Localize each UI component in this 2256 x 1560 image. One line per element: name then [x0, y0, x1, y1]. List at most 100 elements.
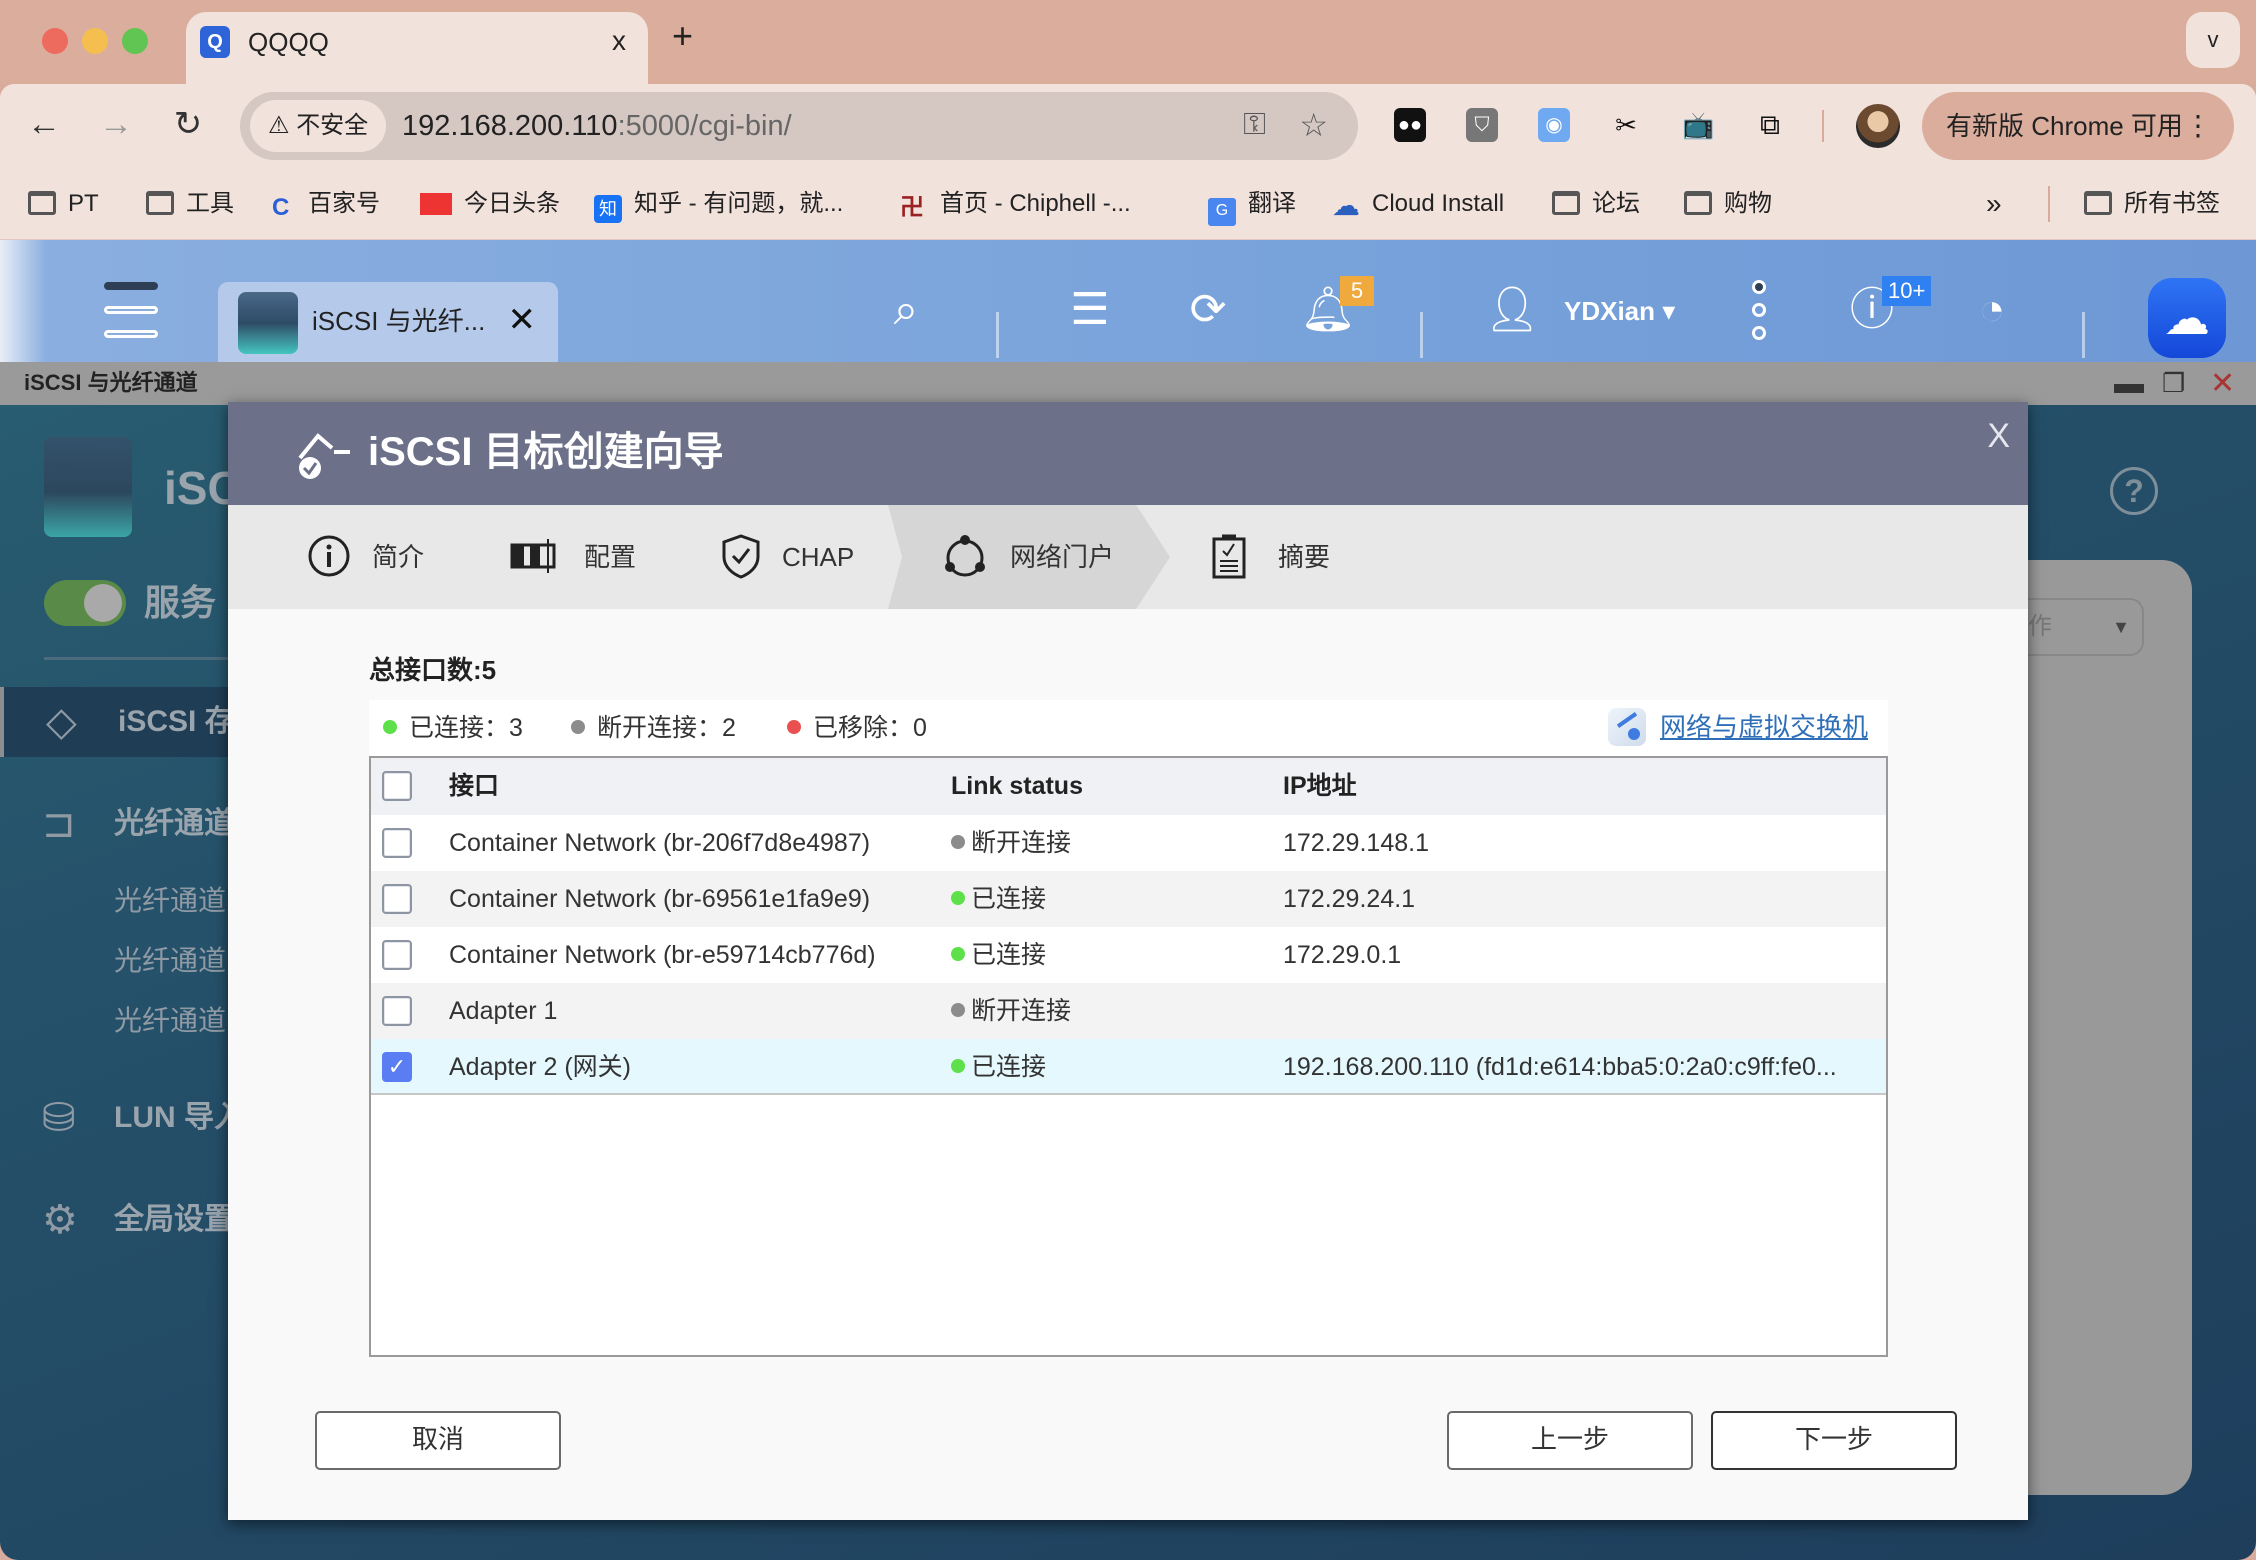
iscsi-storage-icon: ◇ [46, 700, 77, 744]
more-menu-icon[interactable]: ⋮ [2184, 92, 2212, 160]
bookmark-translate[interactable]: G 翻译 [1208, 184, 1296, 226]
row-checkbox[interactable]: ✓ [382, 1052, 412, 1082]
more-bookmarks-button[interactable]: » [1986, 184, 2002, 224]
cancel-button[interactable]: 取消 [315, 1411, 561, 1470]
tab-search-button[interactable]: v [2186, 12, 2240, 68]
close-tab-button[interactable]: x [612, 24, 626, 58]
table-row[interactable]: Adapter 1 断开连接 [371, 983, 1886, 1039]
bookmark-toutiao[interactable]: 今日头条 [420, 184, 560, 224]
help-icon[interactable]: ? [2110, 467, 2158, 515]
row-checkbox[interactable] [382, 996, 412, 1026]
close-window-button[interactable]: ✕ [2210, 362, 2235, 405]
search-icon[interactable]: ⌕ [876, 280, 936, 340]
legend-connected: 已连接：3 [383, 710, 523, 746]
interface-name: Container Network (br-206f7d8e4987) [449, 829, 871, 857]
bookmark-pt[interactable]: PT [28, 184, 99, 224]
zhihu-icon: 知 [594, 195, 622, 223]
window-zoom-button[interactable] [122, 28, 148, 54]
bookmark-zhihu[interactable]: 知知乎 - 有问题，就... [594, 184, 843, 224]
interface-name: Adapter 2 (网关) [449, 1053, 632, 1081]
row-checkbox[interactable] [382, 828, 412, 858]
forward-button[interactable]: → [94, 104, 138, 144]
ip-address: 192.168.200.110 (fd1d:e614:bba5:0:2a0:c9… [1283, 1053, 1837, 1081]
sidebar-subitem-fc[interactable]: 光纤通道 [114, 881, 226, 921]
bookmark-star-icon[interactable]: ☆ [1299, 106, 1328, 144]
baijiahao-icon: C [272, 194, 290, 221]
notification-count-badge: 5 [1340, 276, 1374, 306]
background-tasks-icon[interactable]: ☰ [1060, 280, 1120, 340]
step-intro: 简介 [306, 505, 446, 609]
sidebar-item-global-settings[interactable]: ⚙ 全局设置 [0, 1185, 234, 1255]
bookmark-shopping[interactable]: 购物 [1684, 184, 1772, 224]
bookmark-baijiahao[interactable]: C 百家号 [272, 184, 380, 224]
chrome-update-button[interactable]: 有新版 Chrome 可用 ⋮ [1922, 92, 2234, 160]
main-menu-icon[interactable] [104, 282, 158, 354]
bookmark-chiphell[interactable]: 卍首页 - Chiphell -... [900, 184, 1131, 224]
sidebar-item-lun-import[interactable]: ⛁ LUN 导入 [0, 1083, 244, 1153]
url-text[interactable]: 192.168.200.110:5000/cgi-bin/ [402, 92, 792, 160]
ip-address: 172.29.148.1 [1283, 829, 1429, 857]
user-admin-icon[interactable]: 👤︎ [1482, 280, 1542, 340]
column-ip-address[interactable]: IP地址 [1283, 768, 1357, 804]
cookie-extension-icon[interactable]: ◉ [1538, 108, 1570, 142]
more-options-icon[interactable] [1752, 280, 1772, 349]
all-bookmarks[interactable]: 所有书签 [2084, 184, 2220, 224]
scissors-extension-icon[interactable]: ✂ [1610, 108, 1642, 142]
network-virtual-switch-link[interactable]: 网络与虚拟交换机 [1607, 708, 1868, 746]
row-checkbox[interactable] [382, 940, 412, 970]
new-tab-button[interactable]: + [672, 16, 693, 56]
link-status: 断开连接 [951, 993, 1071, 1029]
action-dropdown[interactable]: 作 ▼ [2020, 598, 2144, 656]
bookmark-cloud-install[interactable]: ☁ Cloud Install [1332, 184, 1504, 224]
back-button[interactable]: ← [22, 104, 66, 144]
link-status: 已连接 [951, 881, 1046, 917]
app-tab-iscsi[interactable]: iSCSI 与光纤... ✕ [218, 282, 558, 362]
external-device-sync-icon[interactable]: ⟳ [1178, 280, 1238, 340]
table-row[interactable]: ✓ Adapter 2 (网关) 已连接 192.168.200.110 (fd1d:… [371, 1039, 1886, 1095]
sidebar-subitem-fc[interactable]: 光纤通道 [114, 941, 226, 981]
security-indicator[interactable]: ⚠ 不安全 [250, 100, 387, 152]
password-key-icon[interactable]: ⚿ [1243, 108, 1266, 142]
maximize-window-button[interactable]: ❐ [2162, 362, 2185, 405]
wizard-steps: 简介 配置 CHAP 网络门户 摘要 [228, 505, 2028, 609]
myqnapcloud-icon[interactable]: ☁ [2148, 278, 2226, 358]
minimize-window-button[interactable]: ▬ [2114, 362, 2144, 405]
sidebar-item-fibre-channel[interactable]: ⊐ 光纤通道 [0, 789, 234, 859]
cloud-install-icon: ☁ [1332, 190, 1360, 221]
app-window-titlebar: iSCSI 与光纤通道 ▬ ❐ ✕ [0, 362, 2256, 405]
link-status: 断开连接 [951, 825, 1071, 861]
table-row[interactable]: Container Network (br-69561e1fa9e9) 已连接 17… [371, 871, 1886, 927]
bilibili-tv-icon[interactable]: 📺 [1682, 108, 1714, 142]
resource-monitor-gauge-icon[interactable]: ◔ [1962, 280, 2022, 340]
browser-tab[interactable]: Q QQQQ x [186, 12, 648, 88]
table-row[interactable]: Container Network (br-e59714cb776d) 已连接 17… [371, 927, 1886, 983]
extensions-puzzle-icon[interactable]: ⧉ [1754, 108, 1786, 142]
select-all-checkbox[interactable] [382, 771, 412, 801]
address-bar[interactable]: ⚠ 不安全 192.168.200.110:5000/cgi-bin/ ⚿ ☆ [240, 92, 1358, 160]
bookmark-tools[interactable]: 工具 [146, 184, 234, 224]
step-network-portal: 网络门户 [942, 505, 1142, 609]
next-step-button[interactable]: 下一步 [1711, 1411, 1957, 1470]
close-dialog-button[interactable]: X [1987, 416, 2010, 456]
previous-step-button[interactable]: 上一步 [1447, 1411, 1693, 1470]
column-link-status[interactable]: Link status [951, 768, 1083, 804]
taskbar-divider [1420, 312, 1423, 358]
window-minimize-button[interactable] [82, 28, 108, 54]
service-toggle[interactable] [44, 580, 126, 626]
user-menu[interactable]: YDXian ▾ [1564, 294, 1675, 328]
table-row[interactable]: Container Network (br-206f7d8e4987) 断开连接 1… [371, 815, 1886, 871]
status-legend: 已连接：3 断开连接：2 已移除：0 网络与虚拟交换机 [369, 700, 1888, 756]
bitwarden-shield-icon[interactable]: ⛉ [1466, 108, 1498, 142]
bookmark-forum[interactable]: 论坛 [1552, 184, 1640, 224]
row-checkbox[interactable] [382, 884, 412, 914]
reload-button[interactable]: ↻ [166, 104, 210, 144]
window-close-button[interactable] [42, 28, 68, 54]
folder-icon [146, 191, 174, 215]
connected-dot-icon [951, 891, 965, 905]
sidebar-item-iscsi-storage[interactable]: ◇ iSCSI 存 [0, 687, 235, 757]
extension-eyes-icon[interactable]: ●● [1394, 108, 1426, 142]
column-interface[interactable]: 接口 [449, 768, 499, 804]
sidebar-subitem-fc[interactable]: 光纤通道 [114, 1001, 226, 1041]
close-app-tab-button[interactable]: ✕ [508, 300, 537, 340]
profile-avatar[interactable] [1856, 104, 1900, 148]
